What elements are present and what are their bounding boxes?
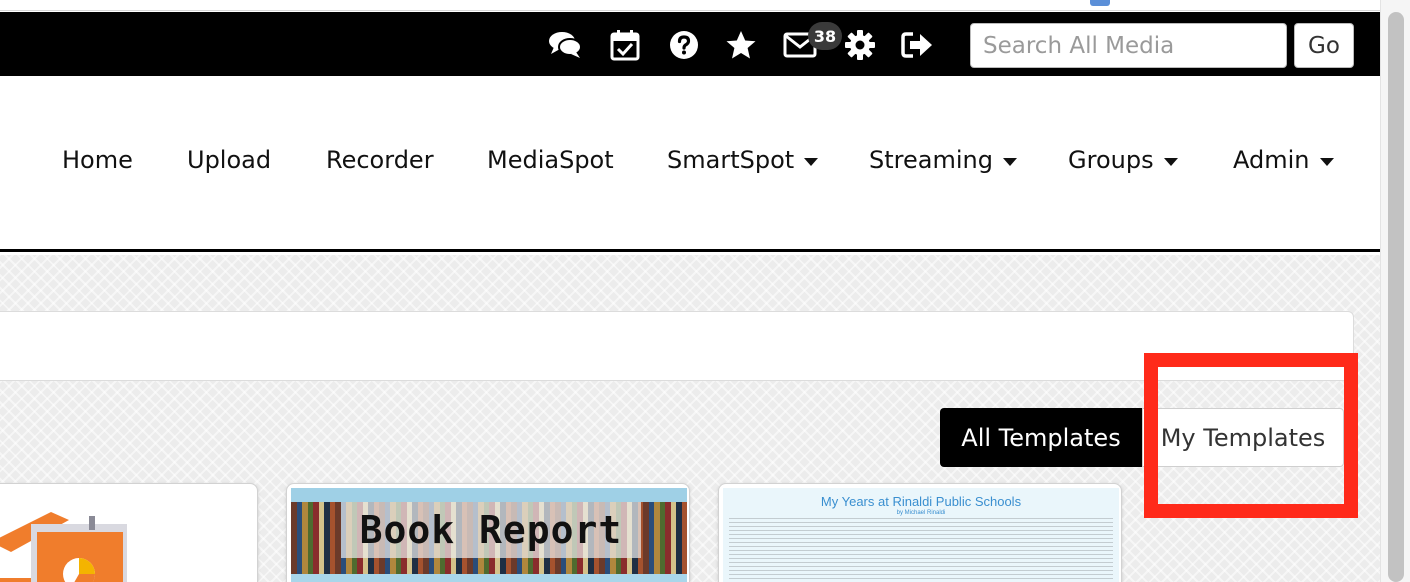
nav-admin[interactable]: Admin bbox=[1233, 146, 1334, 174]
main-navigation: Home Upload Recorder MediaSpot SmartSpot… bbox=[0, 76, 1380, 252]
document-thumbnail: My Years at Rinaldi Public Schools by Mi… bbox=[723, 488, 1119, 582]
mail-count-badge: 38 bbox=[808, 22, 842, 50]
chevron-down-icon bbox=[1163, 158, 1178, 166]
nav-recorder[interactable]: Recorder bbox=[326, 146, 434, 174]
nav-home[interactable]: Home bbox=[62, 146, 133, 174]
nav-streaming[interactable]: Streaming bbox=[869, 146, 1017, 174]
template-thumbnail-title: My Years at Rinaldi Public Schools bbox=[820, 494, 1022, 509]
chevron-down-icon bbox=[1002, 158, 1017, 166]
template-card[interactable] bbox=[0, 483, 258, 582]
thumbnail-top-band bbox=[291, 488, 687, 502]
document-text-lines bbox=[729, 518, 1113, 582]
nav-streaming-label: Streaming bbox=[869, 146, 993, 174]
chat-icon[interactable] bbox=[548, 28, 582, 62]
nav-upload[interactable]: Upload bbox=[187, 146, 271, 174]
browser-top-strip bbox=[0, 0, 1380, 11]
vertical-scrollbar[interactable] bbox=[1380, 0, 1410, 582]
chevron-down-icon bbox=[804, 158, 819, 166]
nav-groups-label: Groups bbox=[1068, 146, 1154, 174]
template-thumbnail-title: Book Report bbox=[341, 502, 641, 558]
star-icon[interactable] bbox=[724, 28, 758, 62]
nav-smartspot[interactable]: SmartSpot bbox=[667, 146, 819, 174]
thumbnail-bottom-band bbox=[291, 574, 687, 582]
nav-smartspot-label: SmartSpot bbox=[667, 146, 795, 174]
scrollbar-thumb[interactable] bbox=[1388, 12, 1404, 582]
my-templates-button[interactable]: My Templates bbox=[1142, 408, 1344, 467]
browser-tab-indicator bbox=[1090, 0, 1110, 6]
nav-home-label: Home bbox=[62, 146, 133, 174]
help-icon[interactable] bbox=[667, 28, 701, 62]
chevron-down-icon bbox=[1319, 158, 1334, 166]
nav-groups[interactable]: Groups bbox=[1068, 146, 1178, 174]
go-button[interactable]: Go bbox=[1294, 23, 1354, 68]
nav-mediaspot-label: MediaSpot bbox=[487, 146, 614, 174]
template-thumbnail-subtitle: by Michael Rinaldi bbox=[896, 510, 946, 516]
all-templates-button[interactable]: All Templates bbox=[940, 408, 1142, 467]
nav-admin-label: Admin bbox=[1233, 146, 1310, 174]
search-all-media-input[interactable] bbox=[970, 23, 1287, 68]
presentation-chart-icon bbox=[0, 502, 131, 582]
calendar-check-icon[interactable] bbox=[608, 28, 642, 62]
sign-out-icon[interactable] bbox=[900, 28, 934, 62]
gear-icon[interactable] bbox=[843, 28, 877, 62]
nav-upload-label: Upload bbox=[187, 146, 272, 174]
header-panel bbox=[0, 311, 1354, 381]
template-card[interactable]: Book Report bbox=[286, 483, 690, 582]
top-toolbar: 38 Go bbox=[0, 12, 1380, 76]
template-card[interactable]: My Years at Rinaldi Public Schools by Mi… bbox=[718, 483, 1122, 582]
nav-recorder-label: Recorder bbox=[326, 146, 434, 174]
nav-mediaspot[interactable]: MediaSpot bbox=[487, 146, 614, 174]
